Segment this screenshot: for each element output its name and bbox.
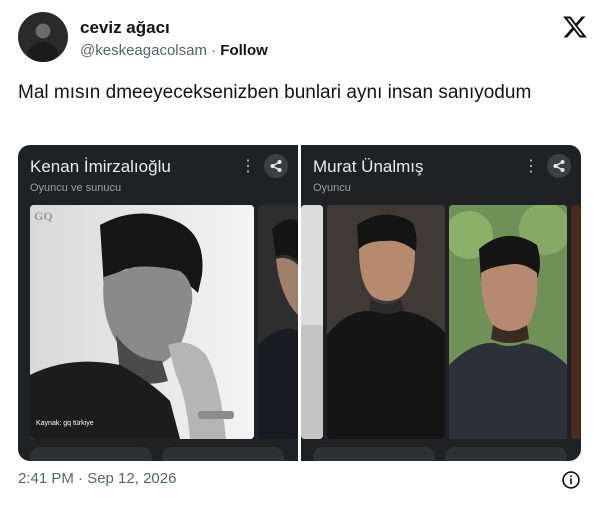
gq-watermark: GQ <box>34 209 53 223</box>
follow-button[interactable]: Follow <box>220 42 268 59</box>
action-chip[interactable] <box>30 447 152 461</box>
knowledge-card-right[interactable]: Murat Ünalmış Oyuncu ⋮ <box>301 145 581 461</box>
separator-dot: · <box>211 42 217 59</box>
share-icon[interactable] <box>547 154 571 178</box>
more-vert-icon[interactable]: ⋮ <box>523 157 539 177</box>
action-chip[interactable] <box>162 447 284 461</box>
portrait-photo[interactable] <box>327 205 445 439</box>
x-logo-icon[interactable] <box>562 14 588 40</box>
handle-row: @keskeagacolsam · Follow <box>80 42 268 59</box>
card-subtitle: Oyuncu ve sunucu <box>30 182 122 194</box>
action-chip[interactable] <box>445 447 567 461</box>
tweet-text: Mal mısın dmeeyeceksenizben bunlari aynı… <box>18 82 532 103</box>
more-vert-icon[interactable]: ⋮ <box>240 157 256 177</box>
author-name[interactable]: ceviz ağacı <box>80 18 170 38</box>
author-handle[interactable]: @keskeagacolsam <box>80 42 207 59</box>
partial-photo[interactable] <box>571 205 581 439</box>
tweet-footer: 2:41 PM · Sep 12, 2026 <box>18 470 581 492</box>
portrait-photo[interactable]: GQ Kaynak: gq türkiye <box>30 205 254 439</box>
image-source: Kaynak: gq türkiye <box>36 420 94 427</box>
card-title: Kenan İmirzalıoğlu <box>30 157 171 176</box>
partial-photo[interactable] <box>301 205 323 439</box>
secondary-photo[interactable] <box>258 205 298 439</box>
avatar[interactable] <box>18 12 68 62</box>
tweet-media[interactable]: Kenan İmirzalıoğlu Oyuncu ve sunucu ⋮ GQ… <box>18 145 581 461</box>
share-icon[interactable] <box>264 154 288 178</box>
card-subtitle: Oyuncu <box>313 182 351 194</box>
action-chip[interactable] <box>313 447 435 461</box>
info-icon[interactable] <box>561 470 581 490</box>
timestamp[interactable]: 2:41 PM · Sep 12, 2026 <box>18 470 176 487</box>
knowledge-card-left[interactable]: Kenan İmirzalıoğlu Oyuncu ve sunucu ⋮ GQ… <box>18 145 298 461</box>
outdoor-photo[interactable] <box>449 205 567 439</box>
tweet-header: ceviz ağacı @keskeagacolsam · Follow <box>18 12 588 64</box>
card-title: Murat Ünalmış <box>313 157 424 176</box>
